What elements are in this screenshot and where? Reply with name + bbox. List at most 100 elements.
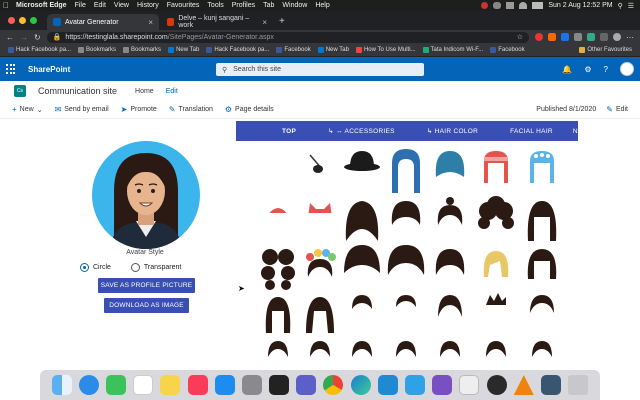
reminders-icon[interactable] bbox=[133, 375, 154, 395]
style-option-hair-row5-g[interactable] bbox=[522, 337, 562, 360]
style-option-hair-bob[interactable] bbox=[386, 195, 426, 235]
style-option-hair-short-a[interactable] bbox=[342, 291, 382, 331]
bookmark-item[interactable]: New Tab bbox=[166, 47, 201, 53]
new-button[interactable]: + New ⌄ bbox=[12, 105, 43, 114]
menu-file[interactable]: File bbox=[71, 2, 90, 9]
style-option-hair-row5-c[interactable] bbox=[342, 337, 382, 360]
safari-icon[interactable] bbox=[78, 375, 99, 395]
send-by-email-button[interactable]: ✉ Send by email bbox=[55, 105, 109, 114]
close-window-icon[interactable] bbox=[8, 17, 15, 24]
style-option-turban[interactable] bbox=[430, 147, 470, 187]
facetime-icon[interactable] bbox=[105, 375, 126, 395]
bookmark-item[interactable]: Facebook bbox=[274, 47, 312, 53]
other-favourites[interactable]: Other Favourites bbox=[577, 47, 634, 53]
menu-tools[interactable]: Tools bbox=[203, 2, 227, 9]
style-option-winter-hat-red[interactable] bbox=[476, 147, 516, 187]
wifi-icon[interactable] bbox=[519, 2, 528, 9]
help-icon[interactable]: ? bbox=[604, 65, 608, 74]
music-icon[interactable] bbox=[187, 375, 208, 395]
extension-icon[interactable] bbox=[574, 33, 582, 41]
radio-transparent[interactable]: Transparent bbox=[130, 263, 181, 272]
style-option-winter-hat-blue[interactable] bbox=[522, 147, 562, 187]
trash-icon[interactable] bbox=[568, 375, 589, 395]
user-avatar[interactable] bbox=[620, 62, 634, 76]
chevron-right-icon[interactable]: › bbox=[582, 127, 593, 136]
style-option-hair-spiky[interactable] bbox=[476, 291, 516, 331]
chrome-icon[interactable] bbox=[323, 375, 344, 395]
style-option-hair-straight-bangs[interactable] bbox=[522, 243, 562, 283]
bookmark-item[interactable]: Hack Facebook pa... bbox=[6, 47, 73, 53]
menu-history[interactable]: History bbox=[133, 2, 163, 9]
style-option-hair-short-b[interactable] bbox=[386, 291, 426, 331]
style-option-hair-row5-b[interactable] bbox=[300, 337, 340, 360]
close-tab-icon[interactable]: × bbox=[148, 18, 153, 27]
style-option-hair-row5-e[interactable] bbox=[430, 337, 470, 360]
nav-home[interactable]: Home bbox=[135, 88, 154, 95]
page-details-button[interactable]: ⚙ Page details bbox=[225, 105, 274, 114]
url-field[interactable]: 🔒 https://testinglala.sharepoint.com/Sit… bbox=[46, 31, 529, 43]
site-title[interactable]: Communication site bbox=[38, 86, 117, 96]
notes-icon[interactable] bbox=[160, 375, 181, 395]
menu-tab[interactable]: Tab bbox=[259, 2, 278, 9]
cloud-icon[interactable] bbox=[493, 2, 502, 9]
sharepoint-brand[interactable]: SharePoint bbox=[28, 65, 70, 74]
edge-icon[interactable] bbox=[350, 375, 371, 395]
notifications-icon[interactable]: 🔔 bbox=[562, 65, 572, 74]
stickies-icon[interactable] bbox=[459, 375, 480, 395]
style-option-hair-long-b[interactable] bbox=[300, 291, 340, 333]
style-option-hair-row5-d[interactable] bbox=[386, 337, 426, 360]
refresh-icon[interactable]: ↻ bbox=[34, 33, 41, 42]
bookmark-item[interactable]: Facebook bbox=[488, 47, 526, 53]
style-option-hat[interactable] bbox=[342, 147, 382, 187]
obs-icon[interactable] bbox=[486, 375, 507, 395]
bookmark-item[interactable]: Bookmarks bbox=[76, 47, 118, 53]
nav-edit[interactable]: Edit bbox=[166, 88, 178, 95]
style-option-hijab[interactable] bbox=[386, 147, 426, 193]
forward-icon[interactable]: → bbox=[20, 33, 28, 42]
menu-view[interactable]: View bbox=[110, 2, 133, 9]
site-search-input[interactable]: ⚲ Search this site bbox=[216, 63, 424, 76]
style-option-hair-row5-a[interactable] bbox=[258, 337, 298, 360]
style-option-hair-bun[interactable] bbox=[430, 195, 470, 235]
visual-studio-icon[interactable] bbox=[432, 375, 453, 395]
menu-edit[interactable]: Edit bbox=[90, 2, 110, 9]
style-option-hair-curly[interactable] bbox=[476, 195, 516, 235]
sound-icon[interactable] bbox=[506, 2, 515, 9]
settings-gear-icon[interactable]: ⚙ bbox=[584, 65, 591, 74]
menu-help[interactable]: Help bbox=[311, 2, 333, 9]
battery-icon[interactable] bbox=[532, 2, 544, 9]
vlc-icon[interactable] bbox=[513, 375, 534, 395]
bookmark-item[interactable]: How To Use Multi... bbox=[354, 47, 418, 53]
control-center-icon[interactable]: ☰ bbox=[628, 2, 634, 10]
style-option-hair-medium[interactable] bbox=[430, 243, 470, 283]
style-option-hair-blonde[interactable] bbox=[476, 243, 516, 283]
new-tab-icon[interactable]: + bbox=[273, 16, 291, 30]
minimize-window-icon[interactable] bbox=[19, 17, 26, 24]
style-option-flower-crown[interactable] bbox=[300, 243, 340, 283]
status-icon[interactable] bbox=[481, 2, 489, 9]
bookmark-item[interactable]: Tata Indicom Wi-F... bbox=[421, 47, 486, 53]
more-menu-icon[interactable]: ⋯ bbox=[626, 33, 634, 42]
back-icon[interactable]: ← bbox=[6, 33, 14, 42]
extension-icon[interactable] bbox=[561, 33, 569, 41]
promote-button[interactable]: ➤ Promote bbox=[121, 105, 157, 114]
bookmark-item[interactable]: Hack Facebook pa... bbox=[204, 47, 271, 53]
menu-favourites[interactable]: Favourites bbox=[163, 2, 204, 9]
style-option-hair-long-straight[interactable] bbox=[522, 195, 562, 241]
browser-tab-delve[interactable]: Delve – kunj sangani – work × bbox=[161, 14, 273, 30]
terminal-icon[interactable] bbox=[269, 375, 290, 395]
azure-icon[interactable] bbox=[405, 375, 426, 395]
tab-next-partial[interactable]: N bbox=[569, 128, 582, 135]
zoom-window-icon[interactable] bbox=[30, 17, 37, 24]
bookmark-item[interactable]: Bookmarks bbox=[121, 47, 163, 53]
translation-button[interactable]: ✎ Translation bbox=[169, 105, 213, 114]
edit-page-button[interactable]: ✎ Edit bbox=[606, 105, 628, 114]
tab-accessories[interactable]: ↳ ↔ ACCESSORIES bbox=[312, 127, 411, 135]
style-option-cat-ears-hat[interactable] bbox=[300, 195, 340, 235]
style-option-hair-long-a[interactable] bbox=[258, 291, 298, 333]
vscode-icon[interactable] bbox=[377, 375, 398, 395]
collections-icon[interactable] bbox=[600, 33, 608, 41]
bookmark-item[interactable]: New Tab bbox=[316, 47, 351, 53]
tab-facial-hair[interactable]: FACIAL HAIR bbox=[494, 128, 569, 135]
style-option-santa-hat[interactable] bbox=[258, 195, 298, 235]
